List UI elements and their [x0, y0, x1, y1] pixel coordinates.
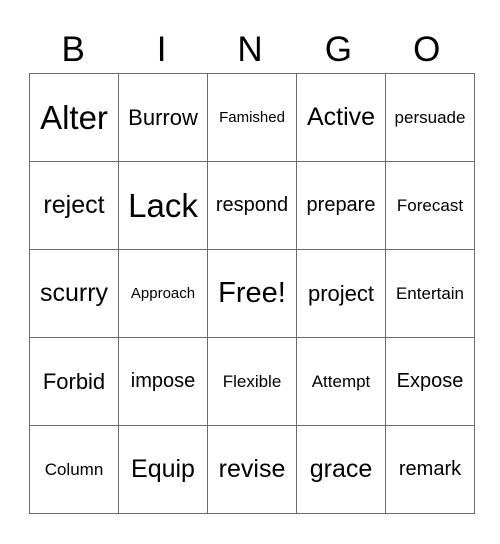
bingo-cell[interactable]: persuade: [385, 73, 475, 162]
bingo-cell[interactable]: Equip: [118, 425, 208, 514]
bingo-cell[interactable]: Famished: [207, 73, 297, 162]
bingo-cell[interactable]: respond: [207, 161, 297, 250]
bingo-cell[interactable]: grace: [296, 425, 386, 514]
bingo-grid: Alter Burrow Famished Active persuade re…: [29, 73, 475, 514]
bingo-cell[interactable]: prepare: [296, 161, 386, 250]
bingo-cell[interactable]: project: [296, 249, 386, 338]
bingo-cell[interactable]: Forecast: [385, 161, 475, 250]
bingo-cell[interactable]: Attempt: [296, 337, 386, 426]
bingo-cell[interactable]: remark: [385, 425, 475, 514]
header-letter-o: O: [413, 30, 441, 69]
grid-row: Column Equip revise grace remark: [29, 425, 475, 514]
grid-row: Alter Burrow Famished Active persuade: [29, 73, 475, 162]
free-space-cell[interactable]: Free!: [207, 249, 297, 338]
header-letter-i: I: [156, 30, 167, 69]
bingo-cell[interactable]: Column: [29, 425, 119, 514]
grid-row: reject Lack respond prepare Forecast: [29, 161, 475, 250]
grid-row: Forbid impose Flexible Attempt Expose: [29, 337, 475, 426]
bingo-cell[interactable]: Flexible: [207, 337, 297, 426]
bingo-cell[interactable]: revise: [207, 425, 297, 514]
bingo-cell[interactable]: reject: [29, 161, 119, 250]
bingo-cell[interactable]: Lack: [118, 161, 208, 250]
header-letter-b: B: [61, 30, 85, 69]
grid-row: scurry Approach Free! project Entertain: [29, 249, 475, 338]
bingo-cell[interactable]: Forbid: [29, 337, 119, 426]
bingo-cell[interactable]: Approach: [118, 249, 208, 338]
header-letter-g: G: [324, 30, 352, 69]
bingo-cell[interactable]: Entertain: [385, 249, 475, 338]
bingo-cell[interactable]: Expose: [385, 337, 475, 426]
bingo-cell[interactable]: scurry: [29, 249, 119, 338]
header-letter-n: N: [237, 30, 263, 69]
bingo-cell[interactable]: Active: [296, 73, 386, 162]
bingo-cell[interactable]: Burrow: [118, 73, 208, 162]
bingo-cell[interactable]: impose: [118, 337, 208, 426]
bingo-cell[interactable]: Alter: [29, 73, 119, 162]
bingo-header: B I N G O: [29, 28, 471, 72]
